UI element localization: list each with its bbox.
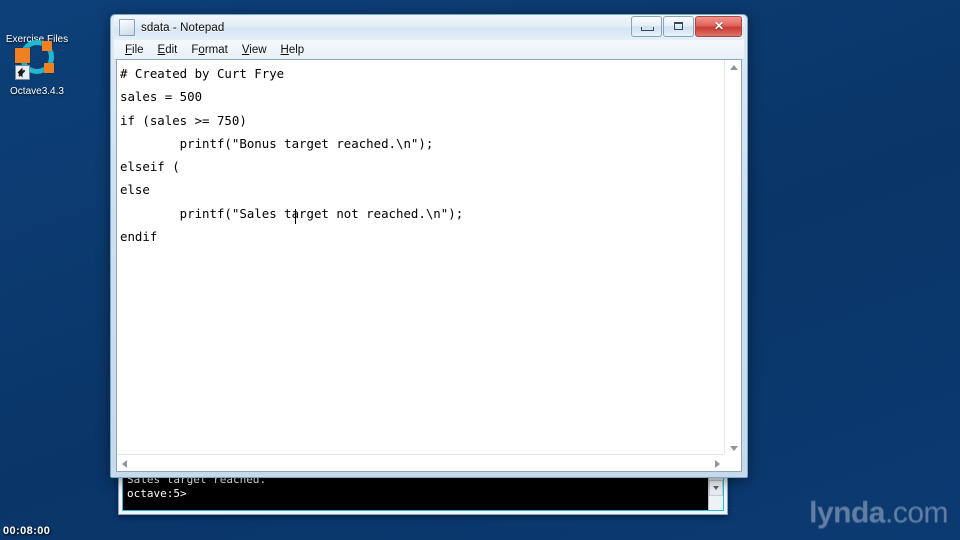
octave-logo-shortcut-icon <box>13 36 61 84</box>
close-button[interactable]: ✕ <box>695 16 742 37</box>
scrollbar-corner <box>724 454 741 471</box>
vertical-scrollbar[interactable] <box>724 60 741 455</box>
desktop-icon-label: Octave3.4.3 <box>10 86 64 97</box>
menu-item-format[interactable]: Format <box>185 43 235 57</box>
document-text[interactable]: # Created by Curt Frye sales = 500 if (s… <box>120 62 721 248</box>
scroll-left-icon[interactable] <box>117 455 134 471</box>
maximize-button[interactable] <box>663 16 694 37</box>
video-timecode: 00:08:00 <box>3 525 51 537</box>
notepad-editor[interactable]: # Created by Curt Frye sales = 500 if (s… <box>116 59 742 472</box>
window-title: sdata - Notepad <box>141 21 225 34</box>
close-icon: ✕ <box>713 18 725 33</box>
console-scroll-down-icon[interactable] <box>709 480 723 496</box>
menu-item-view[interactable]: View <box>236 43 275 57</box>
notepad-document-icon <box>119 19 135 36</box>
scroll-up-icon[interactable] <box>725 60 741 77</box>
minimize-button[interactable] <box>631 16 662 37</box>
desktop-screen: Exercise Files Octave3.4.3 sales = 500 S… <box>0 0 960 540</box>
text-caret <box>295 209 296 224</box>
notepad-menubar: File Edit Format View Help <box>114 40 744 60</box>
menu-item-edit[interactable]: Edit <box>152 43 186 57</box>
folder-icon <box>13 0 61 32</box>
watermark-brand: lynda <box>809 496 885 529</box>
horizontal-scrollbar[interactable] <box>117 454 724 471</box>
menu-item-help[interactable]: Help <box>275 43 313 57</box>
lynda-watermark: lynda.com <box>809 496 948 530</box>
menu-item-file[interactable]: File <box>119 43 152 57</box>
shortcut-arrow-icon <box>15 65 30 80</box>
scroll-right-icon[interactable] <box>707 455 724 471</box>
scroll-down-icon[interactable] <box>725 438 741 455</box>
window-controls: ✕ <box>631 16 742 37</box>
notepad-window[interactable]: sdata - Notepad ✕ File Edit Format View … <box>110 14 748 478</box>
notepad-titlebar[interactable]: sdata - Notepad ✕ <box>114 15 744 40</box>
watermark-tld: .com <box>884 496 949 529</box>
desktop-icon-octave[interactable]: Octave3.4.3 <box>0 36 74 98</box>
